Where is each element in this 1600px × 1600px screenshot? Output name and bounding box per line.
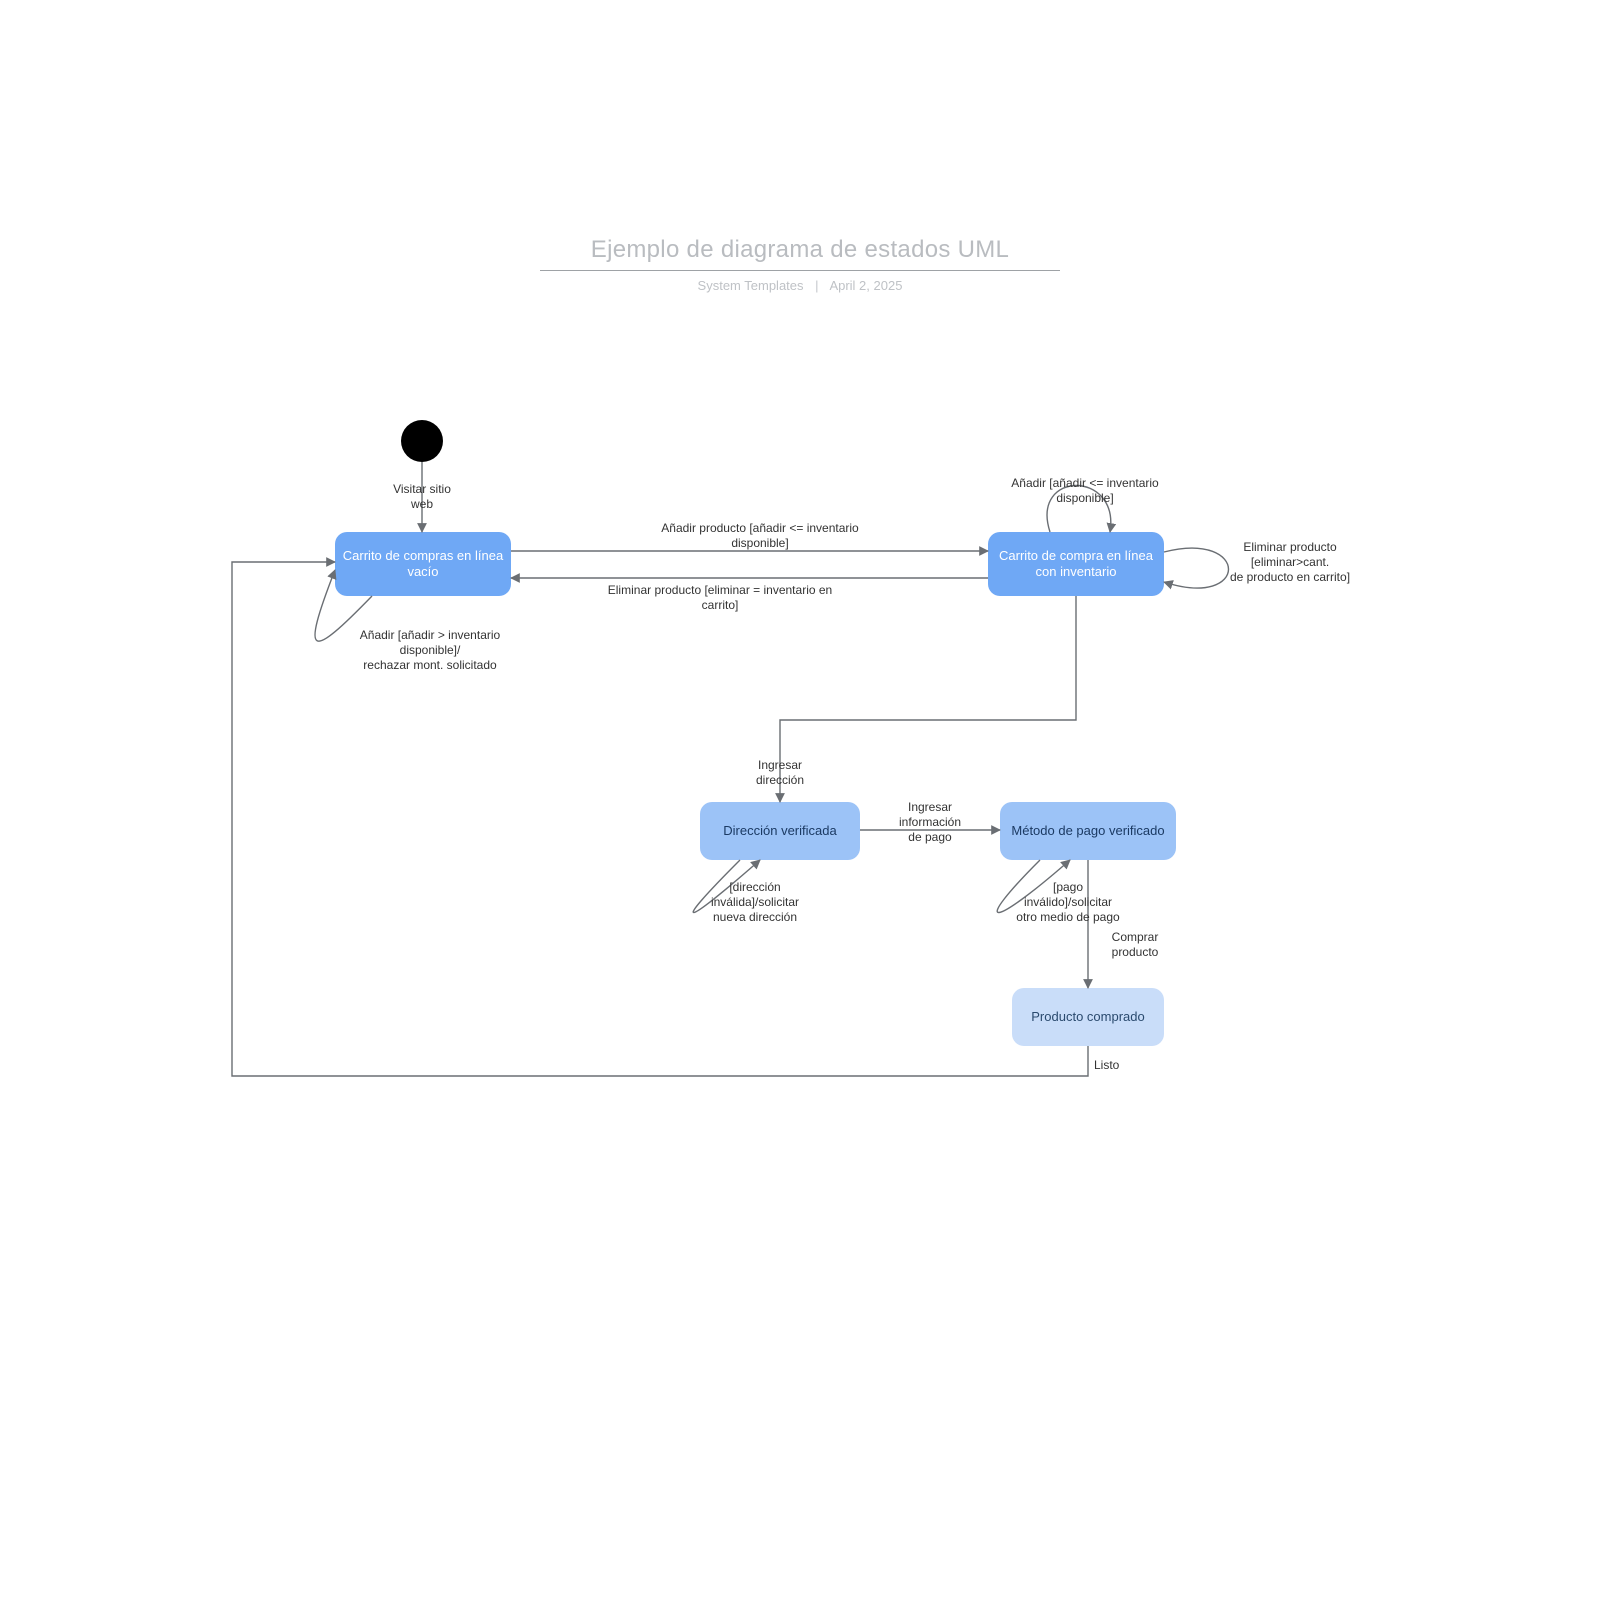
- subtitle-right: April 2, 2025: [829, 278, 902, 293]
- label-visit-site: Visitar sitio web: [382, 482, 462, 512]
- label-enter-payment: Ingresar información de pago: [875, 800, 985, 845]
- label-add-self: Añadir [añadir <= inventario disponible]: [985, 476, 1185, 506]
- label-remove-product: Eliminar producto [eliminar = inventario…: [560, 583, 880, 613]
- state-cart-with-inventory[interactable]: Carrito de compra en línea con inventari…: [988, 532, 1164, 596]
- label-invalid-address: [dirección inválida]/solicitar nueva dir…: [680, 880, 830, 925]
- state-product-purchased[interactable]: Producto comprado: [1012, 988, 1164, 1046]
- state-address-verified[interactable]: Dirección verificada: [700, 802, 860, 860]
- state-empty-cart[interactable]: Carrito de compras en línea vacío: [335, 532, 511, 596]
- diagram-canvas: Ejemplo de diagrama de estados UML Syste…: [0, 0, 1600, 1600]
- label-remove-self: Eliminar producto [eliminar>cant. de pro…: [1205, 540, 1375, 585]
- label-invalid-payment: [pago inválido]/solicitar otro medio de …: [988, 880, 1148, 925]
- initial-state: [401, 420, 443, 462]
- subtitle-separator: |: [815, 278, 818, 293]
- diagram-subtitle: System Templates | April 2, 2025: [0, 278, 1600, 293]
- label-buy-product: Comprar producto: [1095, 930, 1175, 960]
- label-add-product: Añadir producto [añadir <= inventario di…: [610, 521, 910, 551]
- diagram-title-rule: [540, 270, 1060, 271]
- label-add-rejected: Añadir [añadir > inventario disponible]/…: [330, 628, 530, 673]
- subtitle-left: System Templates: [698, 278, 804, 293]
- label-done: Listo: [1094, 1058, 1154, 1073]
- diagram-title: Ejemplo de diagrama de estados UML: [0, 236, 1600, 264]
- state-payment-verified[interactable]: Método de pago verificado: [1000, 802, 1176, 860]
- label-enter-address: Ingresar dirección: [735, 758, 825, 788]
